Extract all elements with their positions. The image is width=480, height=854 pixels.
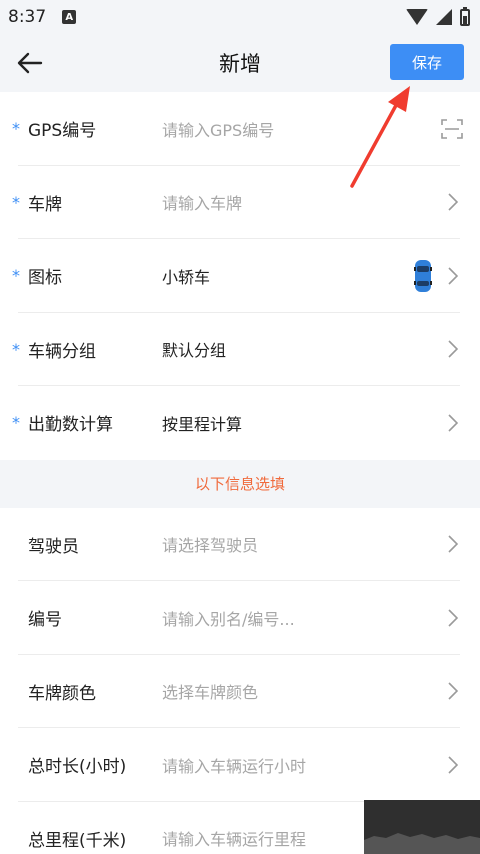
battery-icon [460,6,470,26]
notification-a-icon: A [62,10,77,24]
field-label: 出勤数计算 [28,415,113,436]
optional-notice: 以下信息选填 [0,459,480,508]
field-label: 驾驶员 [28,536,79,557]
chevron-right-icon [446,340,460,358]
field-alias-number[interactable]: 编号 请输入别名/编号... [0,581,480,655]
chevron-right-icon [446,267,460,285]
field-attendance-calc[interactable]: * 出勤数计算 按里程计算 [0,386,480,460]
field-plate-color[interactable]: 车牌颜色 选择车牌颜色 [0,655,480,729]
required-marker: * [12,192,20,212]
required-marker: * [12,266,20,286]
field-plate[interactable]: * 车牌 请输入车牌 [0,166,480,240]
field-total-hours[interactable]: 总时长(小时) 请输入车辆运行小时 [0,728,480,802]
plate-input[interactable]: 请输入车牌 [162,190,446,214]
status-icons [406,6,470,26]
required-marker: * [12,413,20,433]
chevron-right-icon [446,414,460,432]
chevron-right-icon [446,535,460,553]
chevron-right-icon [446,193,460,211]
chevron-right-icon [446,756,460,774]
vehicle-group-value: 默认分组 [162,341,227,361]
field-label: 总时长(小时) [28,757,127,778]
field-gps-number[interactable]: * GPS编号 请输入GPS编号 [0,92,480,166]
field-driver[interactable]: 驾驶员 请选择驾驶员 [0,508,480,582]
field-label: GPS编号 [28,121,97,142]
required-form: * GPS编号 请输入GPS编号 * 车牌 请输入车牌 * 图标 小轿车 * 车… [0,92,480,460]
icon-value: 小轿车 [162,267,211,287]
status-bar: 8:37 A [0,0,480,34]
gps-number-input[interactable]: 请输入GPS编号 [162,117,440,141]
required-marker: * [12,339,20,359]
field-label: 车辆分组 [28,341,96,362]
signal-icon [436,9,452,25]
required-marker: * [12,119,20,139]
field-label: 车牌颜色 [28,683,96,704]
field-vehicle-group[interactable]: * 车辆分组 默认分组 [0,313,480,387]
total-hours-input[interactable]: 请输入车辆运行小时 [162,753,446,777]
car-icon [414,259,432,293]
nav-header: 新增 保存 [0,34,480,92]
alias-number-input[interactable]: 请输入别名/编号... [162,606,446,630]
field-label: 车牌 [28,194,62,215]
field-label: 图标 [28,268,62,289]
chevron-right-icon [446,609,460,627]
field-label: 总里程(千米) [28,830,127,851]
driver-select[interactable]: 请选择驾驶员 [162,532,446,556]
back-arrow-icon[interactable] [14,47,46,79]
chevron-right-icon [446,682,460,700]
scan-icon[interactable] [440,117,464,141]
status-time: 8:37 [8,7,47,27]
field-label: 编号 [28,610,62,631]
plate-color-select[interactable]: 选择车牌颜色 [162,679,446,703]
attendance-calc-value: 按里程计算 [162,414,243,434]
preview-thumbnail [364,800,480,854]
save-button[interactable]: 保存 [390,44,464,80]
wifi-icon [406,9,428,25]
field-icon[interactable]: * 图标 小轿车 [0,239,480,313]
